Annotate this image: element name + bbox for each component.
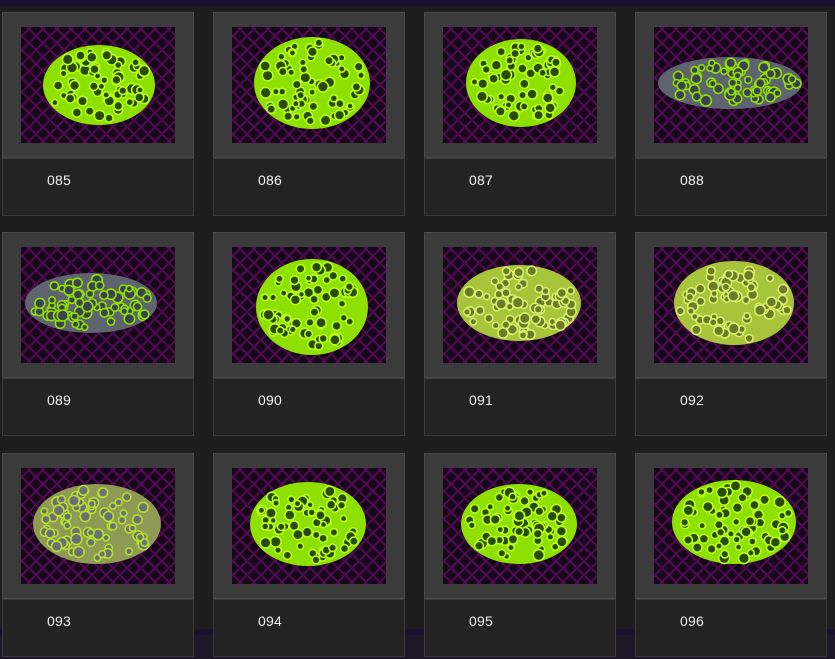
coral-photo-graphic [443,468,597,584]
coral-thumbnail-image[interactable] [443,27,597,143]
thumbnail-frame[interactable] [424,453,616,599]
coral-photo-graphic [654,247,808,363]
coral-photo-graphic [443,27,597,143]
coral-photo-graphic [21,468,175,584]
item-number-label: 088 [680,172,704,188]
coral-thumbnail-image[interactable] [654,468,808,584]
gallery-caption: 093 [2,599,194,657]
thumbnail-frame[interactable] [2,12,194,158]
coral-colony [461,484,577,564]
thumbnail-frame[interactable] [424,232,616,378]
item-number-label: 095 [469,613,493,629]
gallery-card[interactable]: 091 [422,232,618,438]
coral-photo-graphic [654,27,808,143]
thumbnail-frame[interactable] [2,453,194,599]
coral-photo-graphic [232,27,386,143]
gallery-card[interactable]: 089 [0,232,196,438]
gallery-caption: 092 [635,378,827,436]
coral-gallery-grid: 085 086 087 088 089 090 091 092 093 094 … [0,12,835,657]
coral-colony [457,265,581,341]
coral-colony [674,261,794,345]
coral-colony [256,259,368,355]
coral-photo-graphic [21,247,175,363]
item-number-label: 085 [47,172,71,188]
coral-thumbnail-image[interactable] [232,468,386,584]
coral-thumbnail-image[interactable] [232,247,386,363]
gallery-card[interactable]: 090 [211,232,407,438]
coral-photo-graphic [232,247,386,363]
thumbnail-frame[interactable] [213,232,405,378]
thumbnail-frame[interactable] [424,12,616,158]
gallery-caption: 096 [635,599,827,657]
coral-colony [25,273,157,333]
coral-thumbnail-image[interactable] [654,247,808,363]
gallery-caption: 085 [2,158,194,216]
gallery-caption: 088 [635,158,827,216]
item-number-label: 091 [469,392,493,408]
coral-colony [33,484,161,564]
thumbnail-frame[interactable] [635,12,827,158]
page-frame: 085 086 087 088 089 090 091 092 093 094 … [0,0,835,657]
item-number-label: 087 [469,172,493,188]
coral-colony [254,37,370,129]
gallery-caption: 090 [213,378,405,436]
coral-thumbnail-image[interactable] [654,27,808,143]
gallery-card[interactable]: 096 [633,453,829,659]
item-number-label: 096 [680,613,704,629]
item-number-label: 086 [258,172,282,188]
gallery-caption: 086 [213,158,405,216]
coral-colony [672,479,796,565]
coral-colony [658,57,802,109]
gallery-card[interactable]: 085 [0,12,196,218]
coral-thumbnail-image[interactable] [21,247,175,363]
gallery-caption: 089 [2,378,194,436]
coral-colony [43,45,155,125]
thumbnail-frame[interactable] [213,12,405,158]
item-number-label: 093 [47,613,71,629]
gallery-card[interactable]: 093 [0,453,196,659]
item-number-label: 089 [47,392,71,408]
coral-thumbnail-image[interactable] [21,27,175,143]
gallery-caption: 091 [424,378,616,436]
coral-colony [466,39,576,127]
gallery-caption: 095 [424,599,616,657]
thumbnail-frame[interactable] [635,232,827,378]
coral-photo-graphic [443,247,597,363]
thumbnail-frame[interactable] [635,453,827,599]
coral-thumbnail-image[interactable] [443,247,597,363]
item-number-label: 094 [258,613,282,629]
gallery-card[interactable]: 094 [211,453,407,659]
gallery-card[interactable]: 095 [422,453,618,659]
gallery-card[interactable]: 088 [633,12,829,218]
coral-thumbnail-image[interactable] [232,27,386,143]
gallery-card[interactable]: 092 [633,232,829,438]
coral-photo-graphic [654,468,808,584]
gallery-card[interactable]: 086 [211,12,407,218]
thumbnail-frame[interactable] [2,232,194,378]
coral-thumbnail-image[interactable] [21,468,175,584]
gallery-card[interactable]: 087 [422,12,618,218]
coral-photo-graphic [232,468,386,584]
item-number-label: 090 [258,392,282,408]
coral-colony [250,482,366,566]
item-number-label: 092 [680,392,704,408]
gallery-caption: 094 [213,599,405,657]
gallery-caption: 087 [424,158,616,216]
coral-thumbnail-image[interactable] [443,468,597,584]
thumbnail-frame[interactable] [213,453,405,599]
coral-photo-graphic [21,27,175,143]
